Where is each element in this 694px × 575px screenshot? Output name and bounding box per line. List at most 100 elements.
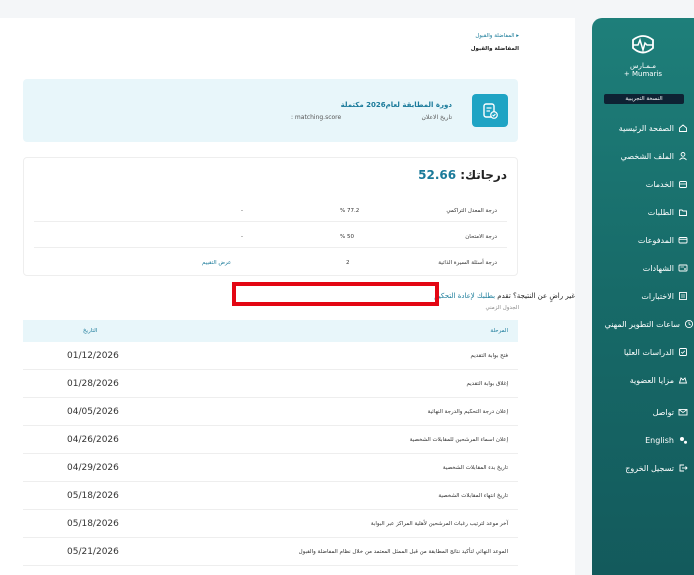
highlight-box bbox=[232, 282, 439, 306]
score-heading: درجاتك: 52.66 bbox=[418, 168, 507, 182]
sidebar-bottom: تواصل English تسجيل الخروج bbox=[592, 398, 694, 482]
logo-icon bbox=[626, 30, 660, 60]
reappeal-link[interactable]: بطلبك لإعادة التحكيم bbox=[434, 292, 495, 300]
date-cell: 05/18/2026 bbox=[67, 519, 119, 529]
stage-cell: تاريخ انتهاء المقابلات الشخصية bbox=[438, 493, 508, 499]
sidebar-item-label: الخدمات bbox=[645, 179, 674, 189]
breadcrumb-arrow-icon: ▸ bbox=[514, 33, 519, 39]
score-row-weight: % 77.2 bbox=[340, 208, 360, 214]
table-row: آخر موعد لترتيب رغبات المرشحين لأهلية ال… bbox=[23, 510, 518, 538]
stage-cell: إعلان درجة التحكيم والدرجة النهائية bbox=[427, 409, 508, 415]
course-title: دورة المطابقة لعام2026 مكتملة bbox=[340, 101, 452, 109]
score-row-name: درجة المعدل التراكمي bbox=[446, 208, 497, 214]
sidebar-item-label: الاختبارات bbox=[641, 291, 674, 301]
sidebar-item-label: الطلبات bbox=[647, 207, 674, 217]
sidebar-item-label: مزايا العضوية bbox=[629, 375, 674, 385]
score-row-weight: % 50 bbox=[340, 234, 354, 240]
date-cell: 05/18/2026 bbox=[67, 491, 119, 501]
logout-button[interactable]: تسجيل الخروج bbox=[592, 454, 694, 482]
course-card: دورة المطابقة لعام2026 مكتملة تاريخ الاع… bbox=[23, 79, 518, 142]
stage-cell: تاريخ بدء المقابلات الشخصية bbox=[442, 465, 508, 471]
schedule-header: المرحلة التاريخ bbox=[23, 320, 518, 342]
services-icon bbox=[678, 179, 688, 189]
table-row: تاريخ انتهاء المقابلات الشخصية 05/18/2026 bbox=[23, 482, 518, 510]
stage-cell: الموعد النهائي لتأكيد نتائج المطابقة من … bbox=[298, 549, 508, 555]
date-cell: 04/29/2026 bbox=[67, 463, 119, 473]
main-panel: ▸ المفاضلة والقبول المفاضلة والقبول دورة… bbox=[0, 18, 575, 575]
graduation-icon bbox=[678, 347, 688, 357]
schedule-caption: الجدول الزمني bbox=[485, 305, 519, 311]
sidebar-item-label: الملف الشخصي bbox=[620, 151, 674, 161]
sidebar-item-payments[interactable]: المدفوعات bbox=[592, 226, 694, 254]
sidebar-item-requests[interactable]: الطلبات bbox=[592, 198, 694, 226]
score-label: درجاتك: bbox=[460, 168, 507, 182]
breadcrumb-link[interactable]: ▸ المفاضلة والقبول bbox=[471, 33, 519, 39]
sidebar-item-label: ساعات التطوير المهني bbox=[604, 319, 680, 329]
sidebar-item-label: المدفوعات bbox=[637, 235, 674, 245]
score-row-value: - bbox=[241, 208, 243, 214]
language-toggle[interactable]: English bbox=[592, 426, 694, 454]
card-icon bbox=[678, 235, 688, 245]
document-check-icon bbox=[472, 94, 508, 127]
score-row-weight: 2 bbox=[346, 260, 350, 266]
stage-cell: آخر موعد لترتيب رغبات المرشحين لأهلية ال… bbox=[370, 521, 508, 527]
column-stage: المرحلة bbox=[490, 328, 508, 334]
sidebar-item-exams[interactable]: الاختبارات bbox=[592, 282, 694, 310]
logo-name-ar: مـمـارس bbox=[630, 62, 656, 70]
sidebar-item-cpd-hours[interactable]: ساعات التطوير المهني bbox=[592, 310, 694, 338]
sidebar-item-home[interactable]: الصفحة الرئيسية bbox=[592, 114, 694, 142]
score-row-name: درجة أسئلة السيرة الذاتية bbox=[438, 260, 497, 266]
view-evaluation-link[interactable]: عرض التقييم bbox=[202, 260, 231, 266]
stage-cell: إغلاق بوابة التقديم bbox=[466, 381, 508, 387]
membership-icon bbox=[678, 375, 688, 385]
score-row-name: درجة الامتحان bbox=[465, 234, 497, 240]
sidebar-item-contact[interactable]: تواصل bbox=[592, 398, 694, 426]
logout-icon bbox=[678, 463, 688, 473]
page-title: المفاضلة والقبول bbox=[470, 46, 519, 52]
sidebar-item-profile[interactable]: الملف الشخصي bbox=[592, 142, 694, 170]
version-badge: النسخة التجريبية bbox=[604, 94, 684, 104]
score-row-value: - bbox=[241, 234, 243, 240]
stage-cell: إعلان اسماء المرشحين للمقابلات الشخصية bbox=[409, 437, 508, 443]
sidebar-item-label: تسجيل الخروج bbox=[625, 463, 674, 473]
table-row: إعلان درجة التحكيم والدرجة النهائية 04/05… bbox=[23, 398, 518, 426]
sidebar-nav: الصفحة الرئيسية الملف الشخصي الخدمات الط… bbox=[592, 114, 694, 394]
home-icon bbox=[678, 123, 688, 133]
table-row: إغلاق بوابة التقديم 01/28/2026 bbox=[23, 370, 518, 398]
mail-icon bbox=[678, 407, 688, 417]
breadcrumb-link-label[interactable]: المفاضلة والقبول bbox=[475, 33, 514, 39]
certificate-icon bbox=[678, 263, 688, 273]
sidebar-item-membership[interactable]: مزايا العضوية bbox=[592, 366, 694, 394]
sidebar-item-label: الدراسات العليا bbox=[623, 347, 674, 357]
column-date: التاريخ bbox=[83, 328, 98, 334]
sidebar: مـمـارس Mumaris + النسخة التجريبية الصفح… bbox=[592, 18, 694, 575]
sidebar-item-services[interactable]: الخدمات bbox=[592, 170, 694, 198]
clock-icon bbox=[684, 319, 694, 329]
sidebar-item-label: تواصل bbox=[652, 407, 674, 417]
sidebar-item-label: الشهادات bbox=[642, 263, 674, 273]
date-cell: 04/05/2026 bbox=[67, 407, 119, 417]
table-row: تاريخ بدء المقابلات الشخصية 04/29/2026 bbox=[23, 454, 518, 482]
sidebar-item-label: الصفحة الرئيسية bbox=[618, 123, 674, 133]
logo-name-en: Mumaris + bbox=[623, 70, 663, 78]
table-row: إعلان اسماء المرشحين للمقابلات الشخصية 04… bbox=[23, 426, 518, 454]
appeal-question: غير راضٍ عن النتيجة؟ تقدم bbox=[497, 292, 575, 300]
date-cell: 04/26/2026 bbox=[67, 435, 119, 445]
score-card: درجاتك: 52.66 درجة المعدل التراكمي % 77.… bbox=[23, 157, 518, 276]
logo[interactable]: مـمـارس Mumaris + bbox=[592, 30, 694, 78]
score-row: درجة الامتحان % 50 - bbox=[34, 226, 507, 248]
date-cell: 01/12/2026 bbox=[67, 351, 119, 361]
score-value: 52.66 bbox=[418, 168, 457, 182]
score-row: درجة المعدل التراكمي % 77.2 - bbox=[34, 200, 507, 222]
stage-cell: فتح بوابة التقديم bbox=[470, 353, 508, 359]
language-icon bbox=[678, 435, 688, 445]
breadcrumb: ▸ المفاضلة والقبول المفاضلة والقبول bbox=[471, 33, 519, 52]
user-icon bbox=[678, 151, 688, 161]
sidebar-item-certificates[interactable]: الشهادات bbox=[592, 254, 694, 282]
score-row: درجة أسئلة السيرة الذاتية 2 عرض التقييم bbox=[34, 252, 507, 274]
table-row: الموعد النهائي لتأكيد نتائج المطابقة من … bbox=[23, 538, 518, 566]
exam-icon bbox=[678, 291, 688, 301]
announcement-date-label: تاريخ الاعلان bbox=[421, 114, 452, 121]
matching-score: : matching.score bbox=[291, 114, 342, 121]
sidebar-item-graduate-studies[interactable]: الدراسات العليا bbox=[592, 338, 694, 366]
